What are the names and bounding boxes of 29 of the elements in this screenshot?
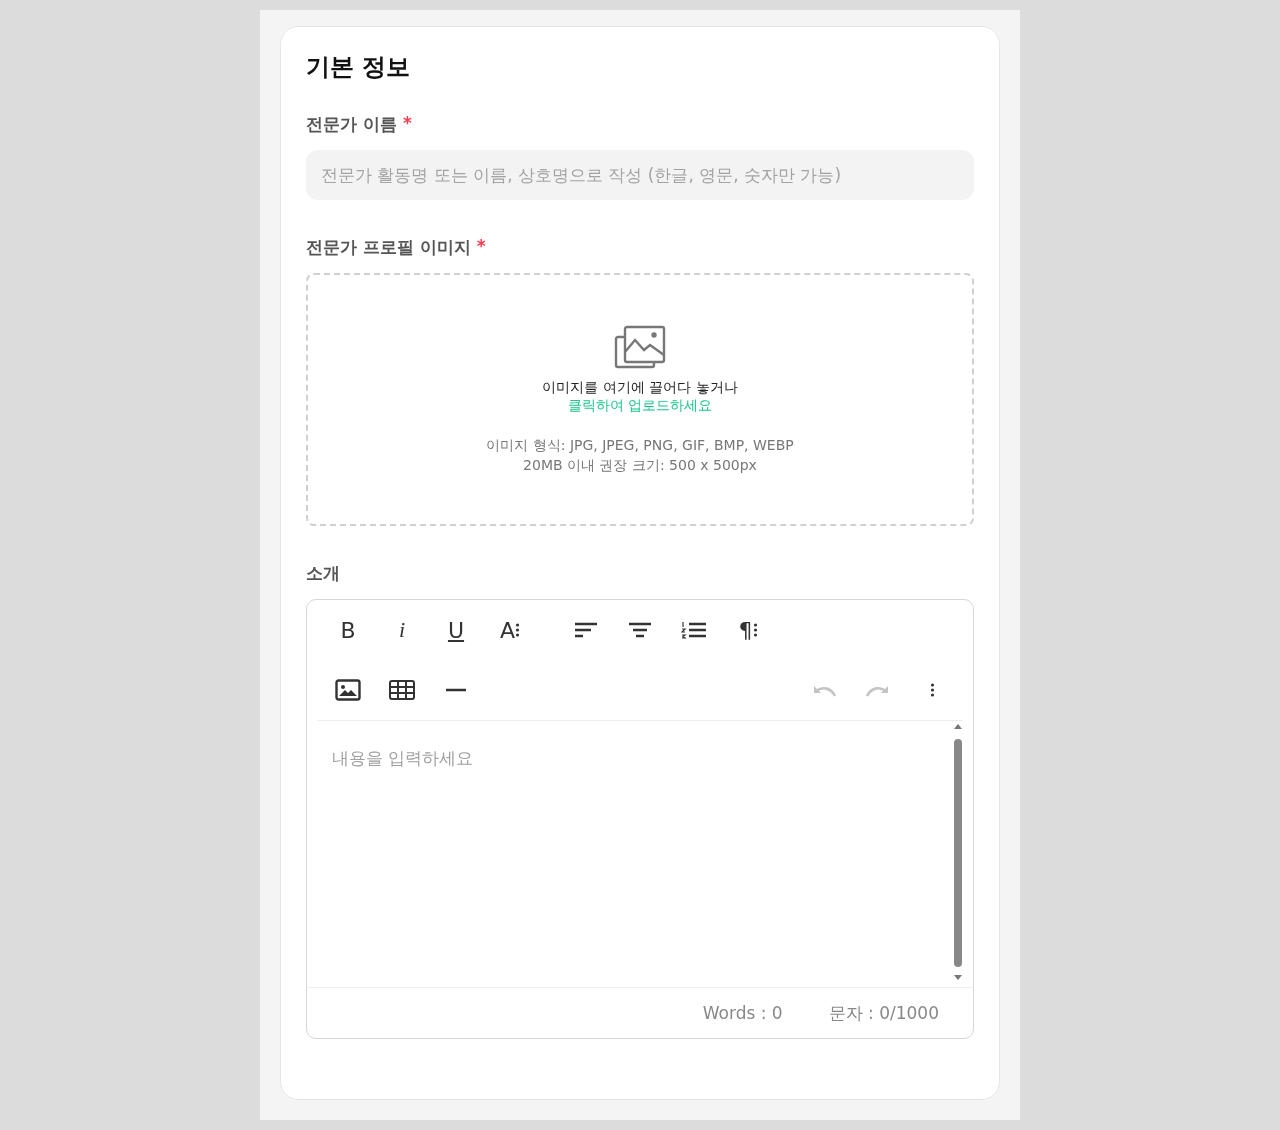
field-label: 전문가 프로필 이미지 (306, 236, 471, 259)
numbered-list-icon (681, 621, 707, 639)
required-mark: * (402, 113, 412, 135)
more-icon (929, 683, 935, 697)
undo-icon (811, 683, 837, 697)
drop-instruction: 이미지를 여기에 끌어다 놓거나 (542, 378, 738, 397)
name-input-field[interactable]: 전문가 활동명 또는 이름, 상호명으로 작성 (한글, 영문, 숫자만 가능) (306, 150, 974, 200)
table-icon (389, 680, 415, 700)
word-count: Words : 0 (702, 1003, 783, 1023)
dots-icon (515, 623, 521, 637)
field-label: 전문가 이름 (306, 113, 397, 136)
required-mark: * (476, 236, 486, 258)
align-left-icon (574, 621, 598, 639)
image-icon (335, 679, 361, 701)
field-label: 소개 (306, 562, 340, 585)
size-hint: 20MB 이내 권장 크기: 500 x 500px (523, 455, 757, 475)
dots-icon (752, 623, 758, 637)
horizontal-line-icon (446, 688, 466, 692)
format-hint: 이미지 형식: JPG, JPEG, PNG, GIF, BMP, WEBP (486, 435, 794, 455)
font-button[interactable]: A (483, 610, 537, 650)
section-title: 기본 정보 (306, 52, 412, 83)
paragraph-button[interactable]: ¶ (721, 610, 775, 650)
italic-button[interactable]: i (375, 610, 429, 650)
image-gallery-icon (614, 324, 666, 369)
bold-button[interactable]: B (321, 610, 375, 650)
char-count: 문자 : 0/1000 (828, 1001, 939, 1025)
image-drop-zone[interactable]: 이미지를 여기에 끌어다 놓거나 클릭하여 업로드하세요 이미지 형식: JPG, JPEG, PNG, GIF, BMP, WEBP 20MB 이내 권장 크기: 500 x 500px (306, 273, 974, 526)
align-center-icon (628, 621, 652, 639)
underline-button[interactable]: U (429, 610, 483, 650)
